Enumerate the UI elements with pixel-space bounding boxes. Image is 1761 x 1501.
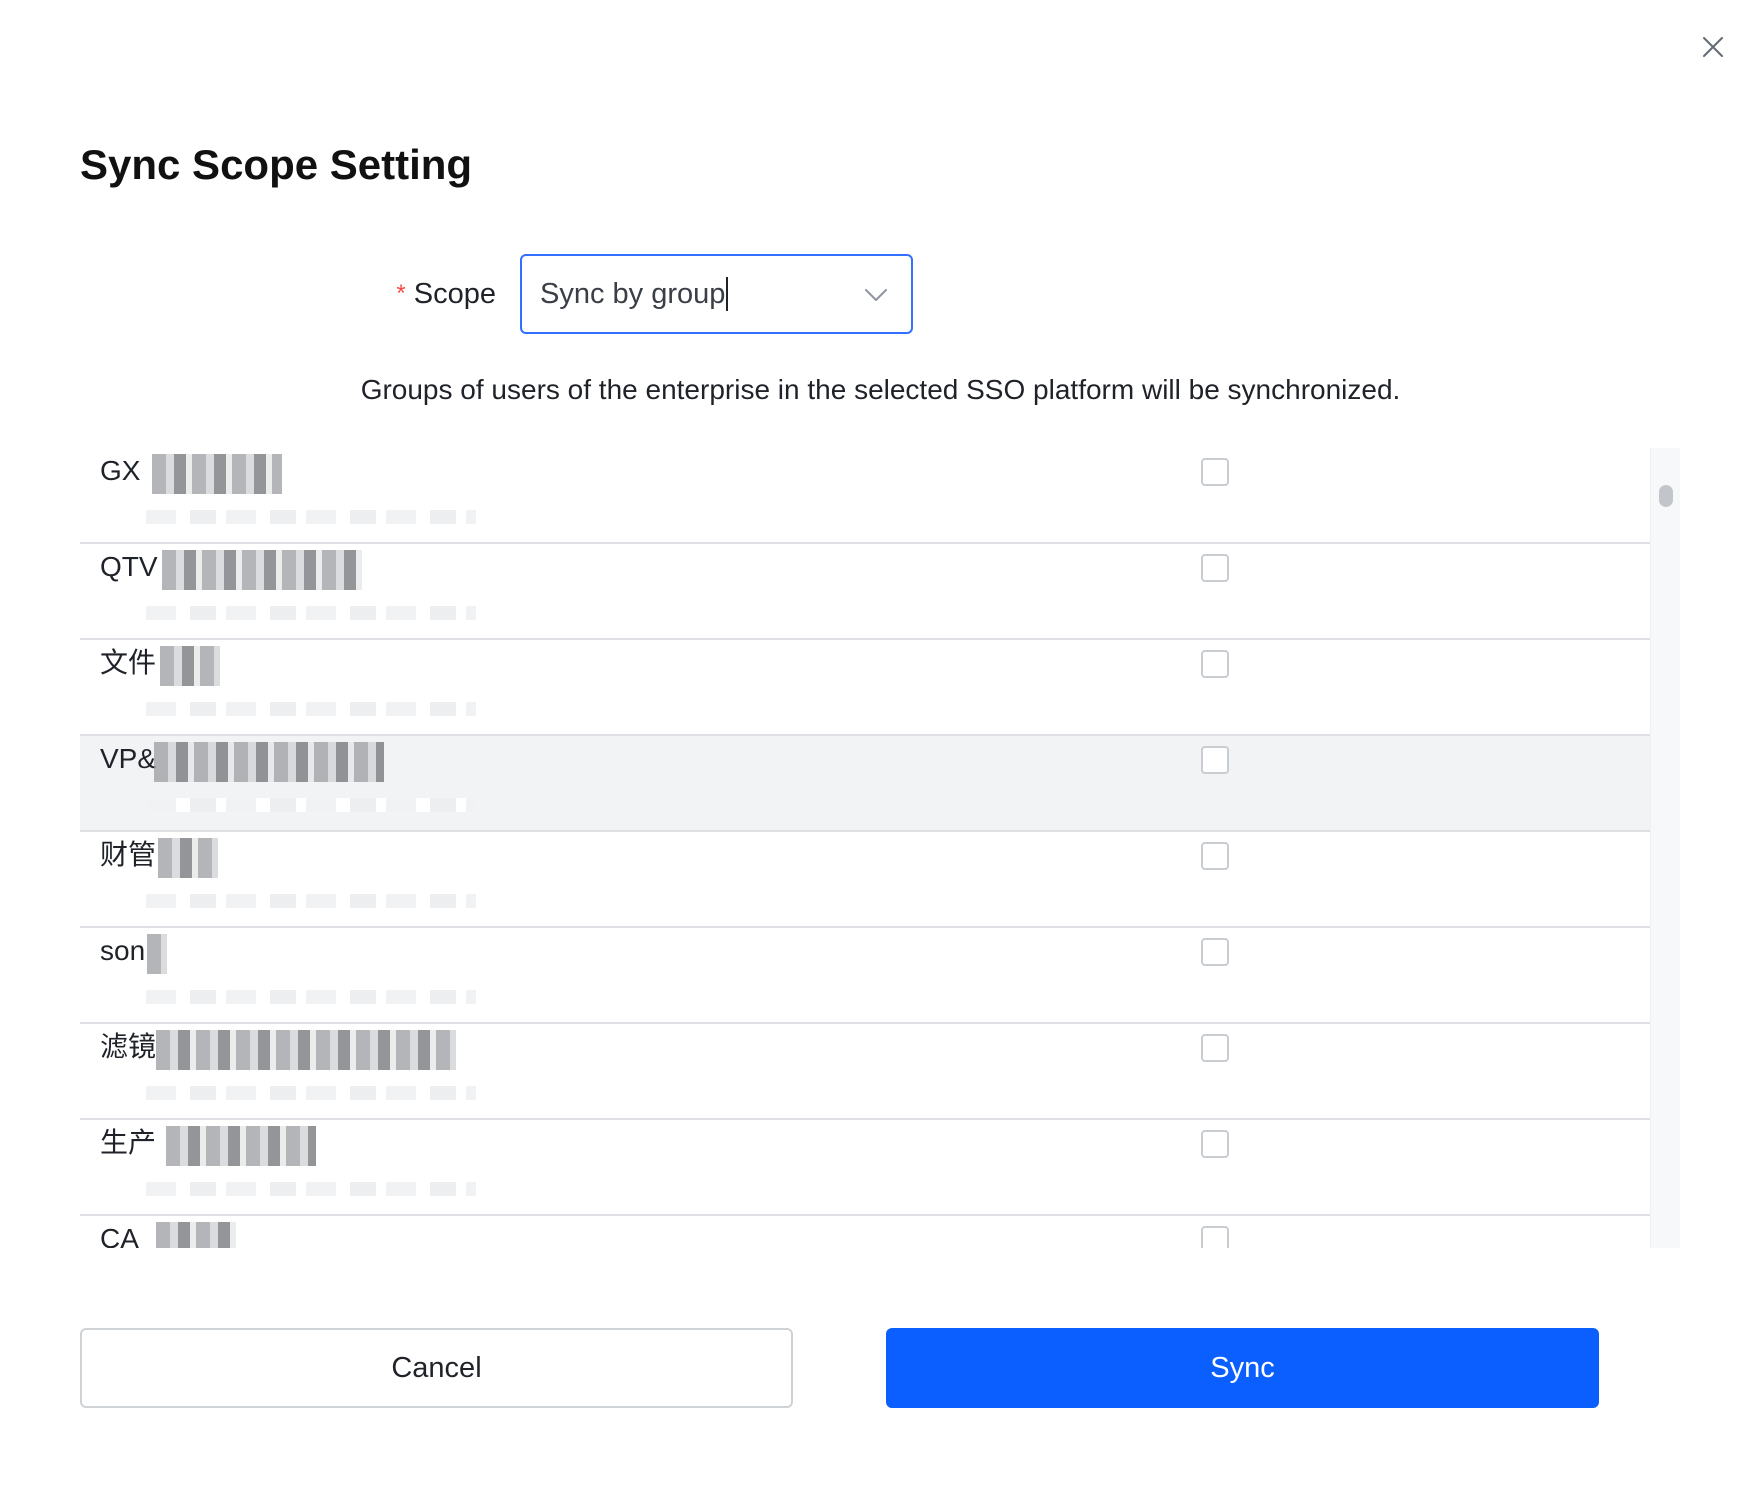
- redacted-text: [146, 990, 476, 1004]
- redacted-text: [156, 1030, 456, 1070]
- scope-hint-text: Groups of users of the enterprise in the…: [360, 374, 1401, 405]
- scope-select[interactable]: Sync by group: [520, 254, 913, 334]
- group-row[interactable]: 文件: [80, 640, 1650, 736]
- group-row[interactable]: 生产: [80, 1120, 1650, 1216]
- group-name: GX: [100, 455, 141, 486]
- redacted-text: [146, 510, 476, 524]
- group-row[interactable]: son: [80, 928, 1650, 1024]
- dialog-title: Sync Scope Setting: [80, 141, 473, 188]
- scrollbar[interactable]: [1650, 448, 1680, 1248]
- scope-label-text: Scope: [413, 278, 496, 310]
- sync-button[interactable]: Sync: [886, 1328, 1599, 1408]
- group-checkbox[interactable]: [1201, 842, 1229, 870]
- close-icon: [1703, 37, 1723, 57]
- redacted-text: [156, 1222, 236, 1248]
- group-name: 财管: [100, 839, 157, 870]
- group-name: 文件: [100, 647, 157, 678]
- group-row[interactable]: VP&: [80, 736, 1650, 832]
- group-row[interactable]: 滤镜: [80, 1024, 1650, 1120]
- group-name: 生产: [100, 1127, 157, 1158]
- group-checkbox[interactable]: [1201, 650, 1229, 678]
- scope-label: * Scope: [396, 276, 496, 312]
- group-checkbox[interactable]: [1201, 458, 1229, 486]
- redacted-text: [166, 1126, 316, 1166]
- group-name: 滤镜: [100, 1031, 157, 1062]
- redacted-text: [154, 742, 384, 782]
- redacted-text: [146, 1182, 476, 1196]
- scope-select-value: Sync by group: [540, 278, 726, 310]
- group-checkbox[interactable]: [1201, 554, 1229, 582]
- scrollbar-thumb[interactable]: [1659, 485, 1673, 507]
- group-checkbox[interactable]: [1201, 938, 1229, 966]
- cancel-button[interactable]: Cancel: [80, 1328, 793, 1408]
- group-row[interactable]: GX: [80, 448, 1650, 544]
- group-checkbox[interactable]: [1201, 1130, 1229, 1158]
- group-row[interactable]: CA: [80, 1216, 1650, 1248]
- group-name: VP&: [100, 743, 157, 774]
- group-name: QTV: [100, 551, 158, 582]
- scope-form-row: * Scope Sync by group: [0, 254, 1761, 334]
- redacted-text: [146, 606, 476, 620]
- sync-scope-dialog: Sync Scope Setting * Scope Sync by group …: [0, 0, 1761, 1501]
- group-list[interactable]: GX QTV 文件 VP& 财管 son 滤镜生产 CA: [80, 448, 1679, 1248]
- redacted-text: [146, 1086, 476, 1100]
- redacted-text: [152, 454, 282, 494]
- group-row[interactable]: 财管: [80, 832, 1650, 928]
- redacted-text: [147, 934, 167, 974]
- group-row[interactable]: QTV: [80, 544, 1650, 640]
- chevron-down-icon: [865, 289, 887, 301]
- required-mark: *: [396, 280, 406, 307]
- redacted-text: [158, 838, 218, 878]
- redacted-text: [146, 798, 476, 812]
- group-checkbox[interactable]: [1201, 1034, 1229, 1062]
- close-button[interactable]: [1690, 24, 1736, 70]
- text-caret: [726, 277, 729, 311]
- redacted-text: [162, 550, 362, 590]
- redacted-text: [146, 894, 476, 908]
- group-name: son: [100, 935, 146, 966]
- group-checkbox[interactable]: [1201, 746, 1229, 774]
- redacted-text: [146, 702, 476, 716]
- group-checkbox[interactable]: [1201, 1226, 1229, 1248]
- redacted-text: [160, 646, 220, 686]
- group-name: CA: [100, 1223, 139, 1248]
